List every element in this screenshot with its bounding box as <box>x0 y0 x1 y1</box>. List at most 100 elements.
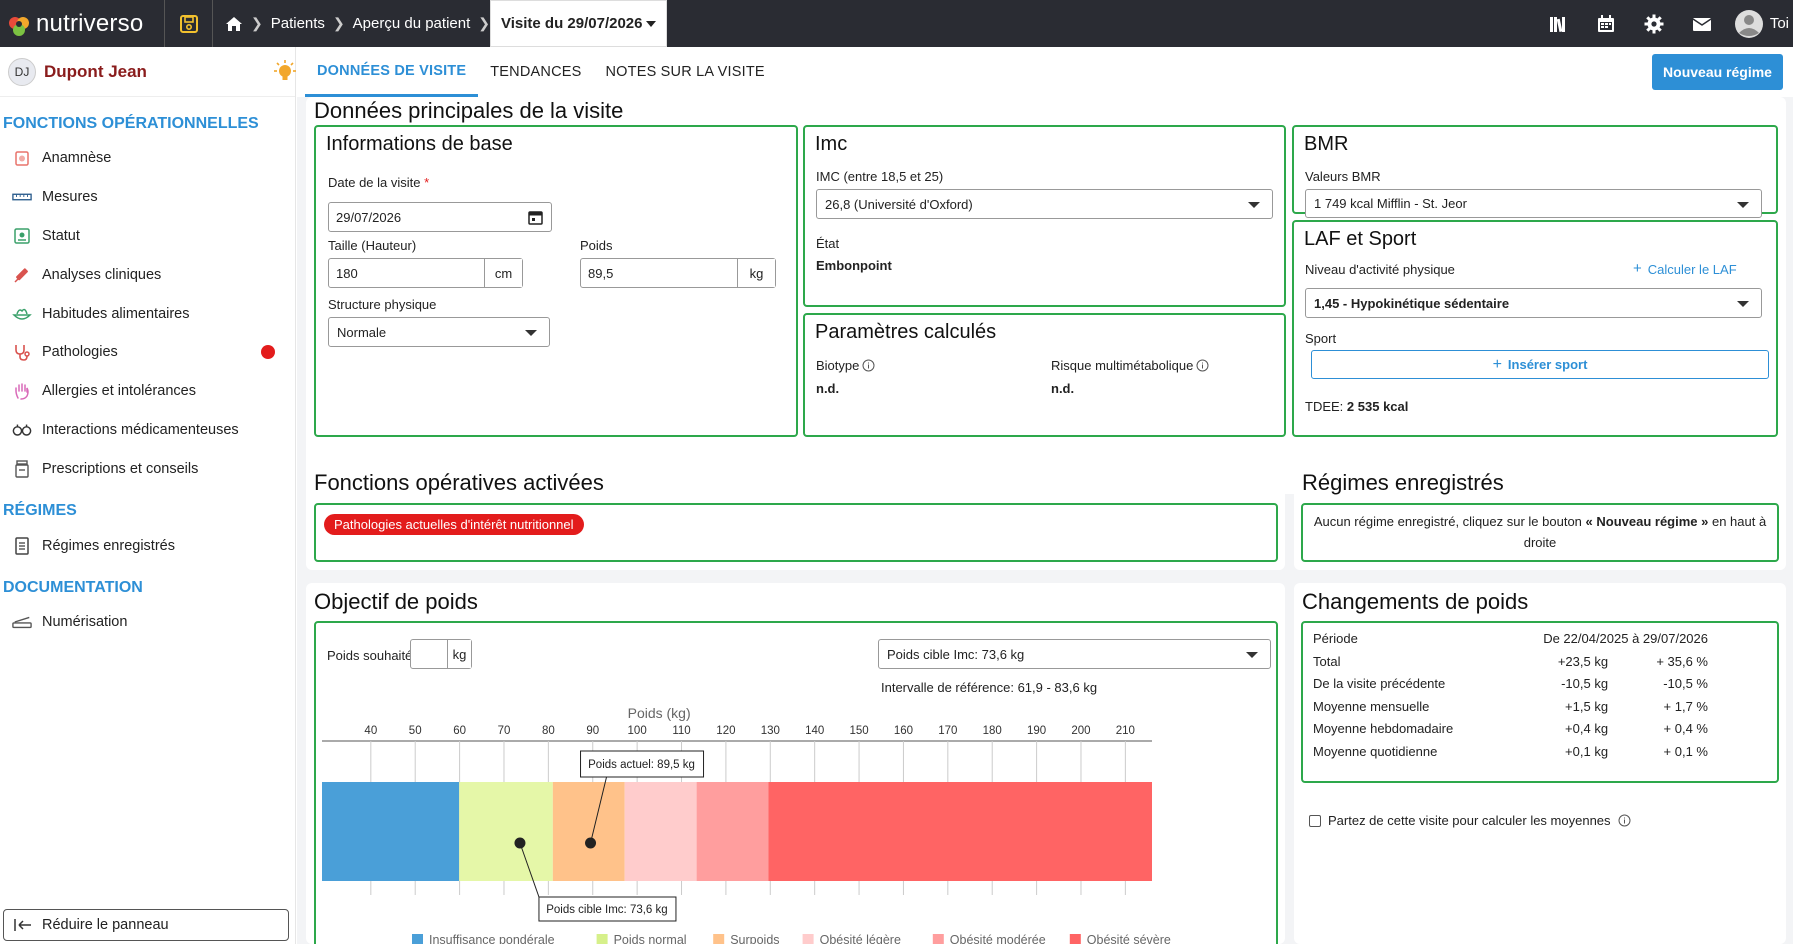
tab-visit-data[interactable]: DONNÉES DE VISITE <box>305 47 479 97</box>
chart-tick-label: 50 <box>409 725 422 737</box>
base-info-card: Informations de base Date de la visite *… <box>314 125 798 437</box>
weight-change-abs: +1,5 kg <box>1565 698 1609 714</box>
weight-change-row: Total +23,5 kg + 35,6 % <box>1313 649 1708 674</box>
sidebar-section-title: FONCTIONS OPÉRATIONNELLES <box>3 115 259 132</box>
sidebar-item-prescriptions-et-conseils[interactable]: Prescriptions et conseils <box>0 449 295 488</box>
weight-changes-card: Période De 22/04/2025 à 29/07/2026 Total +2… <box>1301 621 1779 783</box>
info-icon[interactable] <box>1196 359 1209 372</box>
target-weight-point <box>514 837 526 849</box>
tdee-value: 2 535 kcal <box>1346 399 1409 414</box>
sidebar-item-interactions-medicamenteuses[interactable]: Interactions médicamenteuses <box>0 411 295 450</box>
calculate-laf-link[interactable]: + Calculer le LAF <box>1633 261 1737 277</box>
app-logo[interactable]: nutriverso <box>0 0 165 47</box>
target-weight-select[interactable]: Poids cible Imc: 73,6 kg <box>878 639 1271 669</box>
document-icon <box>12 536 32 556</box>
breadcrumb-patient-overview[interactable]: Aperçu du patient <box>345 15 479 32</box>
imc-select[interactable]: 26,8 (Université d'Oxford) <box>816 189 1273 219</box>
info-icon[interactable] <box>1618 814 1631 827</box>
weight-change-label: Moyenne hebdomadaire <box>1313 721 1454 737</box>
save-icon <box>179 14 198 33</box>
sidebar-item-mesures[interactable]: Mesures <box>0 178 295 217</box>
weight-change-abs: +23,5 kg <box>1557 653 1609 669</box>
weight-change-abs: +0,4 kg <box>1565 721 1609 737</box>
syringe-icon <box>12 265 32 285</box>
activity-select[interactable]: 1,45 - Hypokinétique sédentaire <box>1305 288 1762 318</box>
sidebar-item-statut[interactable]: Statut <box>0 217 295 256</box>
library-button[interactable] <box>1534 0 1582 47</box>
breadcrumb-patients[interactable]: Patients <box>263 15 333 32</box>
alert-dot <box>261 345 275 360</box>
weight-change-pct: + 0,1 % <box>1663 744 1708 759</box>
sidebar-item-habitudes-alimentaires[interactable]: Habitudes alimentaires <box>0 294 295 333</box>
averages-checkbox[interactable] <box>1309 814 1321 827</box>
sidebar-section-title: DOCUMENTATION <box>3 578 143 596</box>
desired-weight-input[interactable]: kg <box>410 639 472 669</box>
chart-band <box>696 782 769 881</box>
pill-bottle-icon <box>12 459 32 479</box>
tab-visit-notes[interactable]: NOTES SUR LA VISITE <box>593 47 776 97</box>
sidebar-item-label: Prescriptions et conseils <box>42 460 199 477</box>
sport-label: Sport <box>1305 331 1337 346</box>
sidebar-item-analyses-cliniques[interactable]: Analyses cliniques <box>0 255 295 294</box>
sidebar-section-title: RÉGIMES <box>3 502 77 520</box>
sidebar-item-regimes-enregistres[interactable]: Régimes enregistrés <box>0 526 295 565</box>
caret-down-icon <box>1737 301 1749 307</box>
current-weight-callout: Poids actuel: 89,5 kg <box>588 759 695 771</box>
averages-checkbox-label[interactable]: Partez de cette visite pour calculer les… <box>1328 813 1611 828</box>
tabs-bar: DONNÉES DE VISITE TENDANCES NOTES SUR LA… <box>297 47 1793 97</box>
collapse-panel-button[interactable]: Réduire le panneau <box>3 909 289 941</box>
weight-change-abs: +0,1 kg <box>1565 744 1609 759</box>
status-icon <box>12 226 32 246</box>
insert-sport-button[interactable]: + Insérer sport <box>1311 350 1769 379</box>
sidebar-item-pathologies[interactable]: Pathologies <box>0 333 295 372</box>
lightbulb-icon[interactable] <box>272 59 298 85</box>
weight-change-row: De la visite précédente -10,5 kg -10,5 % <box>1313 671 1708 696</box>
activity-value: 1,45 - Hypokinétique sédentaire <box>1314 295 1510 311</box>
sidebar-item-label: Habitudes alimentaires <box>42 305 190 322</box>
visit-date-input[interactable]: 29/07/2026 <box>328 202 552 232</box>
hand-icon <box>12 381 32 401</box>
plus-icon: + <box>1492 355 1502 373</box>
sidebar-item-allergies-et-intolerances[interactable]: Allergies et intolérances <box>0 372 295 411</box>
weight-changes-panel: Changements de poids Période De 22/04/202… <box>1294 583 1786 944</box>
info-icon[interactable] <box>862 359 875 372</box>
structure-select[interactable]: Normale <box>328 317 550 347</box>
user-menu[interactable]: Toi <box>1726 0 1793 47</box>
home-icon[interactable] <box>225 15 243 33</box>
pathologies-badge[interactable]: Pathologies actuelles d'intérêt nutritio… <box>324 514 584 535</box>
sidebar-item-anamnese[interactable]: Anamnèse <box>0 139 295 178</box>
weight-input[interactable]: 89,5 kg <box>580 258 776 288</box>
stethoscope-icon <box>12 342 32 362</box>
bmr-select[interactable]: 1 749 kcal Mifflin - St. Jeor <box>1305 189 1762 218</box>
insert-sport-label: Insérer sport <box>1507 357 1588 372</box>
caret-down-icon <box>646 20 657 27</box>
visit-date-value: 29/07/2026 <box>336 209 402 225</box>
regimes-card: Aucun régime enregistré, cliquez sur le … <box>1301 503 1779 562</box>
chart-tick-label: 150 <box>849 725 868 737</box>
chart-band <box>459 782 553 881</box>
patient-name[interactable]: Dupont Jean <box>44 62 147 82</box>
gear-icon <box>1644 14 1664 33</box>
top-icons: Toi <box>1534 0 1793 47</box>
save-button[interactable] <box>165 0 213 47</box>
calendar-button[interactable] <box>1582 0 1630 47</box>
logo-text: nutriverso <box>36 9 144 37</box>
sidebar-item-numerisation[interactable]: Numérisation <box>0 603 295 642</box>
regimes-panel: Régimes enregistrés Aucun régime enregis… <box>1294 460 1786 570</box>
weight-changes-title: Changements de poids <box>1302 589 1529 614</box>
weight-change-pct: -10,5 % <box>1663 676 1708 692</box>
height-input[interactable]: 180 cm <box>328 258 523 288</box>
new-regime-button[interactable]: Nouveau régime <box>1652 54 1783 90</box>
food-icon <box>12 304 32 324</box>
settings-button[interactable] <box>1630 0 1678 47</box>
operative-functions-card: Pathologies actuelles d'intérêt nutritio… <box>314 503 1278 562</box>
legend-label: Insuffisance pondérale <box>429 933 555 944</box>
risk-label-text: Risque multimétabolique <box>1051 358 1194 373</box>
height-value: 180 <box>336 265 358 281</box>
breadcrumb-current-visit[interactable]: Visite du 29/07/2026 <box>490 0 668 47</box>
calendar-icon[interactable] <box>528 210 543 225</box>
messages-button[interactable] <box>1678 0 1726 47</box>
envelope-icon <box>1692 17 1712 31</box>
tab-trends[interactable]: TENDANCES <box>478 47 593 97</box>
chart-tick-label: 40 <box>364 725 377 737</box>
